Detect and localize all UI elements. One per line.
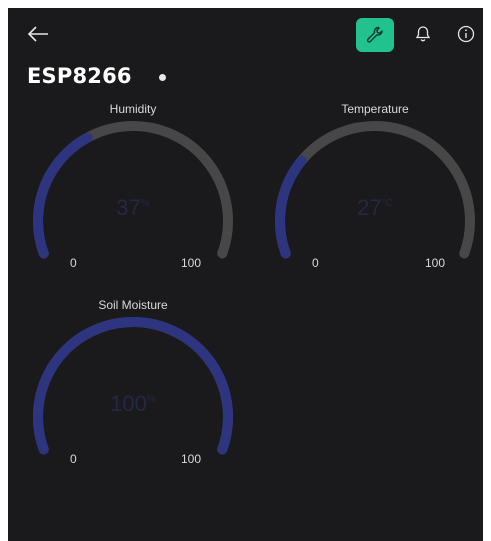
app-screen: ESP8266 Humidity 37% 0 100 Temperature 2… bbox=[8, 8, 483, 541]
gauge-min-label: 0 bbox=[70, 256, 77, 270]
gauge-humidity: Humidity 37% 0 100 bbox=[28, 102, 238, 282]
status-dot bbox=[159, 74, 166, 81]
bell-icon bbox=[415, 26, 431, 42]
gauge-max-label: 100 bbox=[425, 256, 446, 270]
gauge-min-label: 0 bbox=[70, 452, 77, 466]
gauge-value: 27°C bbox=[357, 195, 393, 220]
notifications-button[interactable] bbox=[411, 22, 435, 46]
info-button[interactable] bbox=[454, 22, 478, 46]
gauge-value: 100% bbox=[110, 391, 156, 416]
gauge-title: Humidity bbox=[109, 102, 157, 116]
settings-button[interactable] bbox=[356, 18, 394, 52]
gauge-max-label: 100 bbox=[181, 256, 202, 270]
device-title: ESP8266 bbox=[27, 64, 132, 88]
wrench-icon bbox=[366, 26, 383, 43]
gauge-dial: 37% bbox=[33, 121, 233, 259]
gauge-title: Soil Moisture bbox=[98, 298, 168, 312]
gauge-value: 37% bbox=[116, 195, 149, 220]
back-button[interactable] bbox=[26, 22, 52, 46]
gauge-max-label: 100 bbox=[181, 452, 202, 466]
gauge-dial: 100% bbox=[33, 317, 233, 455]
back-arrow-icon bbox=[27, 26, 48, 42]
gauge-temperature: Temperature 27°C 0 100 bbox=[270, 102, 480, 282]
gauge-min-label: 0 bbox=[312, 256, 319, 270]
gauge-dial: 27°C bbox=[275, 121, 475, 259]
gauge-title: Temperature bbox=[341, 102, 409, 116]
gauge-soil-moisture: Soil Moisture 100% 0 100 bbox=[28, 298, 238, 478]
info-icon bbox=[457, 25, 475, 43]
